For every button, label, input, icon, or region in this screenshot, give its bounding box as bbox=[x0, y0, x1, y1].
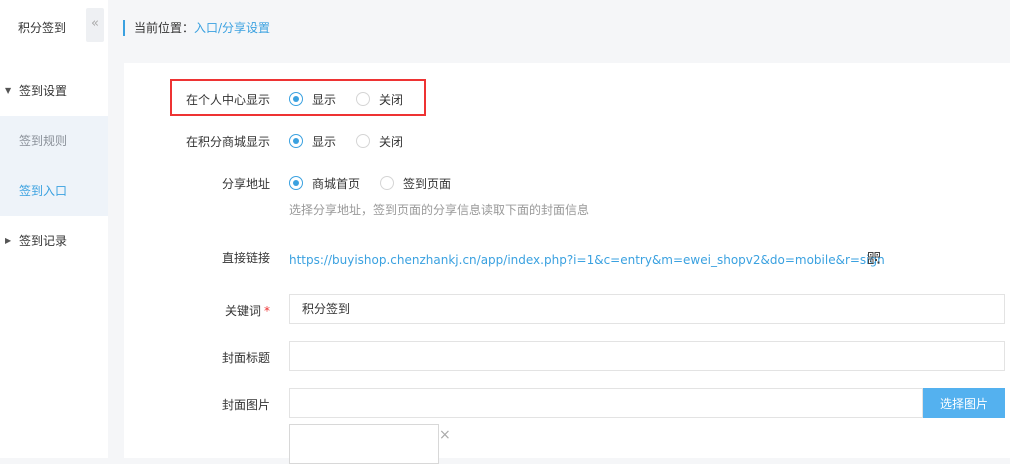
personal-center-show-label[interactable]: 显示 bbox=[312, 91, 336, 108]
personal-center-label: 在个人中心显示 bbox=[185, 93, 270, 107]
sidebar: 积分签到 « ▼ 签到设置 签到规则 签到入口 ▶ 签到记录 bbox=[0, 0, 109, 458]
keyword-label-text: 关键词 bbox=[224, 304, 261, 318]
cover-image-preview bbox=[289, 424, 439, 464]
qrcode-icon[interactable] bbox=[868, 252, 880, 264]
cover-image-label: 封面图片 bbox=[221, 398, 270, 412]
direct-link-url[interactable]: https://buyishop.chenzhankj.cn/app/index… bbox=[289, 253, 885, 267]
personal-center-close-radio[interactable] bbox=[356, 92, 370, 106]
personal-center-close-label[interactable]: 关闭 bbox=[379, 91, 403, 108]
share-address-sign-page-radio[interactable] bbox=[380, 176, 394, 190]
breadcrumb: 当前位置：入口/分享设置 bbox=[123, 20, 270, 36]
select-image-button[interactable]: 选择图片 bbox=[923, 388, 1005, 418]
direct-link-label: 直接链接 bbox=[221, 251, 270, 265]
breadcrumb-current-link[interactable]: 入口/分享设置 bbox=[194, 21, 270, 35]
breadcrumb-prefix: 当前位置： bbox=[134, 21, 195, 35]
points-mall-label: 在积分商城显示 bbox=[185, 135, 270, 149]
share-address-sign-page-label[interactable]: 签到页面 bbox=[403, 175, 451, 192]
required-mark: * bbox=[264, 304, 270, 318]
keyword-input[interactable]: 积分签到 bbox=[289, 294, 1005, 324]
points-mall-close-label[interactable]: 关闭 bbox=[379, 133, 403, 150]
share-address-hint: 选择分享地址，签到页面的分享信息读取下面的封面信息 bbox=[289, 203, 590, 217]
sidebar-title: 积分签到 bbox=[17, 21, 66, 35]
cover-title-label: 封面标题 bbox=[221, 351, 270, 365]
personal-center-show-radio[interactable] bbox=[289, 92, 303, 106]
points-mall-show-radio[interactable] bbox=[289, 134, 303, 148]
cover-title-input[interactable] bbox=[289, 341, 1005, 371]
share-address-mall-home-radio[interactable] bbox=[289, 176, 303, 190]
keyword-label: 关键词 * bbox=[0, 302, 270, 319]
collapse-sidebar-icon[interactable]: « bbox=[86, 8, 104, 42]
remove-image-icon[interactable]: × bbox=[439, 427, 451, 443]
points-mall-close-radio[interactable] bbox=[356, 134, 370, 148]
cover-image-input[interactable] bbox=[289, 388, 923, 418]
points-mall-show-label[interactable]: 显示 bbox=[312, 133, 336, 150]
share-address-mall-home-label[interactable]: 商城首页 bbox=[312, 175, 360, 192]
share-address-label: 分享地址 bbox=[221, 177, 270, 191]
